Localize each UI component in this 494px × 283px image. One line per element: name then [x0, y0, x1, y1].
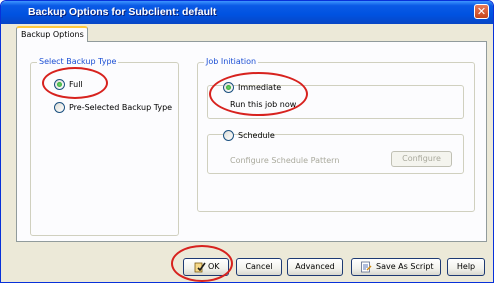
radio-schedule[interactable]: Schedule [223, 130, 275, 142]
radio-full-indicator[interactable] [54, 79, 65, 90]
ok-button[interactable]: OK [183, 258, 229, 276]
immediate-description: Run this job now [230, 100, 297, 109]
window-title: Backup Options for Subclient: default [28, 6, 217, 18]
save-as-script-button[interactable]: Save As Script [351, 258, 441, 276]
radio-immediate-label: Immediate [238, 83, 282, 92]
close-icon[interactable]: ✕ [474, 4, 489, 19]
radio-schedule-indicator[interactable] [223, 130, 234, 141]
dialog-window: Backup Options for Subclient: default ✕ … [0, 0, 494, 283]
cancel-button[interactable]: Cancel [236, 258, 282, 276]
script-icon [361, 261, 372, 273]
schedule-pattern-label: Configure Schedule Pattern [230, 156, 340, 165]
backup-type-group-label: Select Backup Type [37, 57, 119, 66]
title-bar[interactable]: Backup Options for Subclient: default ✕ [1, 1, 493, 24]
advanced-button[interactable]: Advanced [287, 258, 343, 276]
ok-button-label: OK [208, 262, 220, 271]
help-button[interactable]: Help [447, 258, 485, 276]
tab-label: Backup Options [21, 30, 84, 39]
ok-check-icon [194, 262, 206, 273]
save-as-script-label: Save As Script [376, 262, 434, 271]
radio-pre-selected-label: Pre-Selected Backup Type [69, 103, 173, 112]
radio-pre-selected-indicator[interactable] [54, 102, 65, 113]
tab-backup-options[interactable]: Backup Options [16, 26, 88, 42]
configure-button[interactable]: Configure [391, 151, 452, 167]
radio-immediate-indicator[interactable] [223, 82, 234, 93]
job-initiation-group-label: Job Initiation [204, 57, 259, 66]
radio-immediate[interactable]: Immediate [223, 82, 281, 94]
radio-schedule-label: Schedule [238, 131, 275, 140]
radio-full-label: Full [69, 80, 83, 89]
backup-type-group: Select Backup Type [30, 57, 179, 236]
